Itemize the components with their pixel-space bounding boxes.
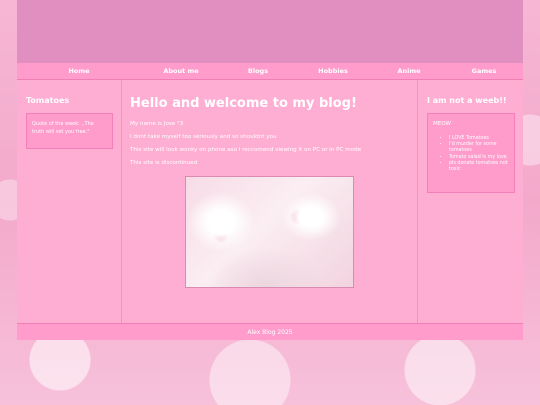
site-footer: Alex Blog 2025 [17,323,523,340]
page-title: Hello and welcome to my blog! [130,96,357,111]
meow-box-title: MEOW [433,121,451,127]
nav-hobbies[interactable]: Hobbies [295,67,371,75]
nav-blogs[interactable]: Blogs [221,67,295,75]
intro-paragraph: My name is Jose °3 [130,121,184,127]
left-sidebar: Tomatoes Quote of the week: ,,The truth … [17,80,122,323]
tomato-list: I LOVE Tomatoes I'd murder for some toma… [433,136,509,173]
list-item: Tomato salad is my love [449,155,509,161]
nav-home[interactable]: Home [17,67,141,75]
list-item: pls donate tomatoes not toxic [449,161,509,173]
nav-anime[interactable]: Anime [371,67,447,75]
meow-box: MEOW I LOVE Tomatoes I'd murder for some… [427,113,515,193]
right-sidebar: I am not a weeb!! MEOW I LOVE Tomatoes I… [418,80,523,323]
content-columns: Tomatoes Quote of the week: ,,The truth … [17,80,523,323]
quote-text: Quote of the week: ,,The truth will set … [32,121,94,135]
cherry-blossom-image [185,176,354,288]
status-paragraph: This site is discontinued [130,160,198,166]
top-navigation: Home About me Blogs Hobbies Anime Games [17,63,523,80]
quote-box: Quote of the week: ,,The truth will set … [26,113,113,149]
right-sidebar-title: I am not a weeb!! [427,96,507,105]
main-content: Hello and welcome to my blog! My name is… [122,80,418,323]
nav-about-me[interactable]: About me [141,67,221,75]
left-sidebar-title: Tomatoes [26,96,70,105]
page-wrapper: Home About me Blogs Hobbies Anime Games … [17,0,523,340]
attitude-paragraph: I dont take myself too seriously and so … [130,134,277,140]
viewing-paragraph: This site will look wonky on phone aso I… [130,147,362,153]
nav-games[interactable]: Games [447,67,521,75]
list-item: I'd murder for some tomatoes [449,142,509,154]
header-banner [17,0,523,63]
